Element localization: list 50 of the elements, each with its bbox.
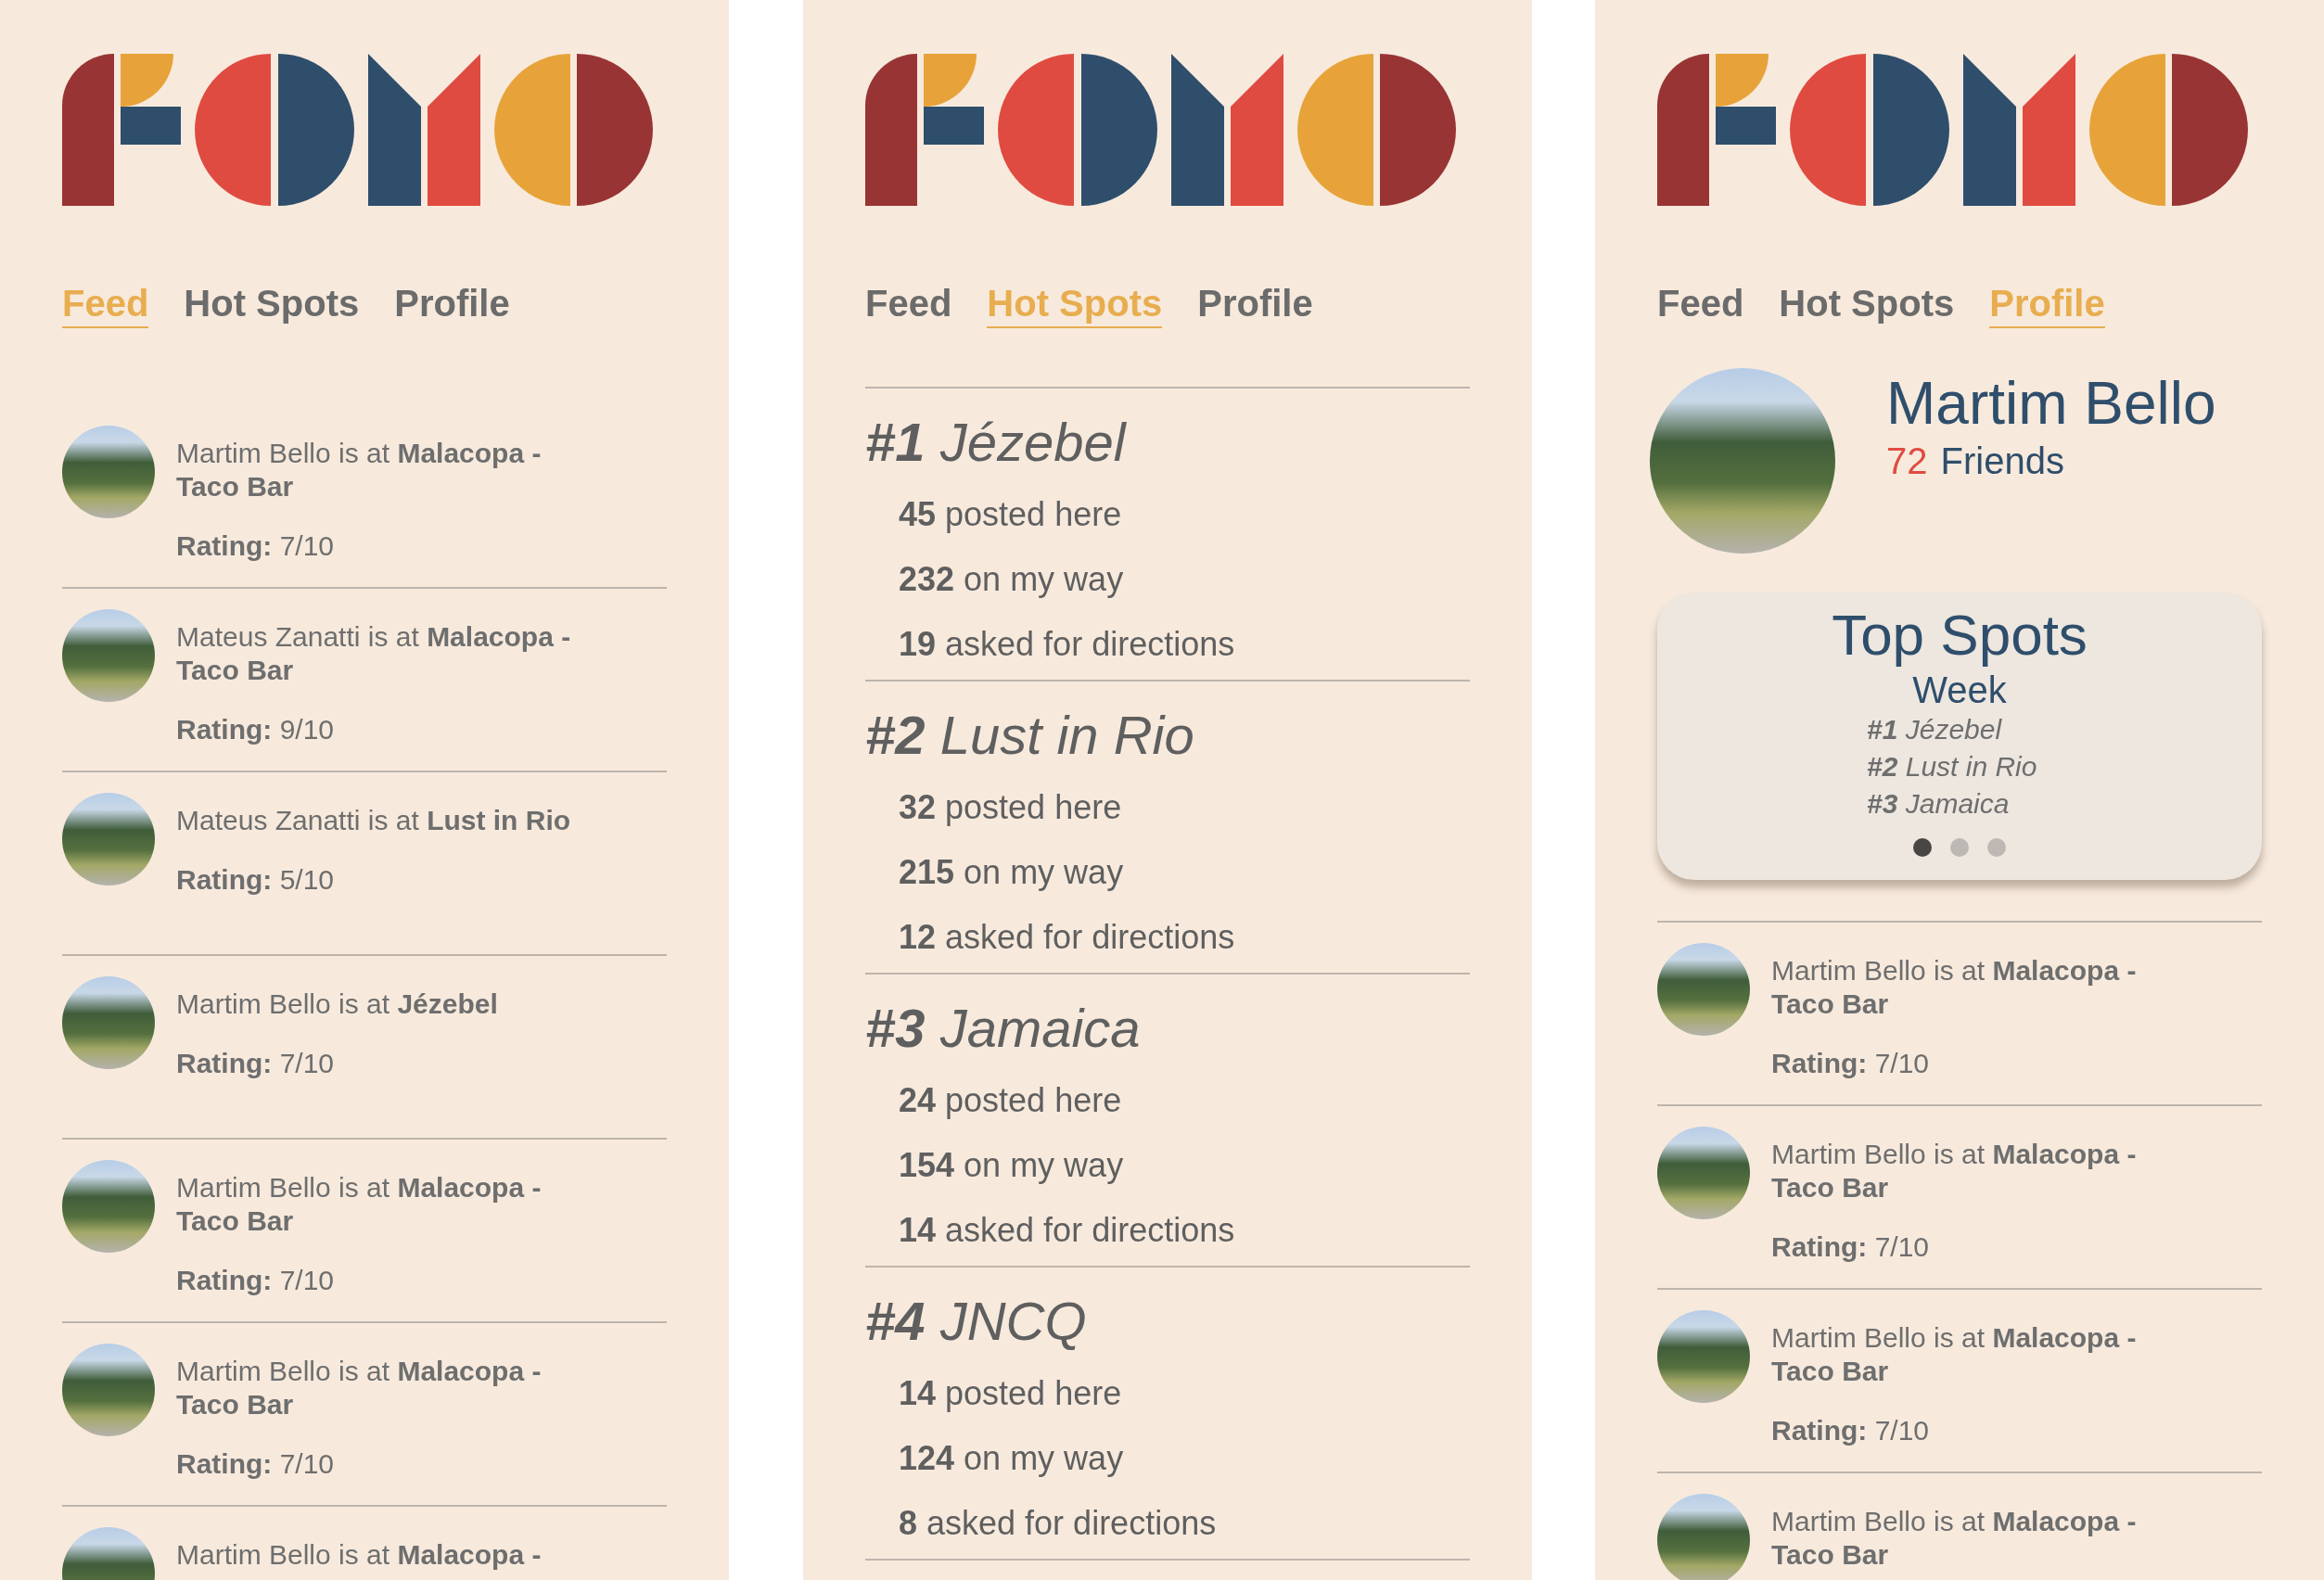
rating-text: Rating: 7/10 bbox=[1771, 1230, 1931, 1264]
checkin-text: Martim Bello is at Malacopa - Taco Bar bbox=[1771, 954, 2138, 1021]
checkin-text: Martim Bello is at Malacopa - Taco Bar bbox=[1771, 1321, 2138, 1388]
nav-tab[interactable]: Hot Spots bbox=[1779, 282, 1955, 328]
friends-count: 72 bbox=[1886, 440, 1928, 483]
spot-stat: 45 posted here bbox=[899, 494, 1123, 535]
spot-title: #1 Jézebel bbox=[865, 411, 1128, 474]
nav-tab[interactable]: Feed bbox=[1657, 282, 1744, 328]
card-period: Week bbox=[1911, 669, 2008, 711]
spot-stat: 14 asked for directions bbox=[899, 1210, 1236, 1251]
top-spot-entry: #3 Jamaica bbox=[1867, 787, 2011, 821]
profile-name: Martim Bello bbox=[1886, 371, 2216, 436]
spot-stat: 19 asked for directions bbox=[899, 624, 1236, 665]
top-spot-entry: #1 Jézebel bbox=[1867, 713, 2003, 746]
rating-text: Rating: 7/10 bbox=[1771, 1047, 1931, 1080]
checkin-text: Mateus Zanatti is at Malacopa - Taco Bar bbox=[176, 620, 572, 687]
checkin-text: Martim Bello is at Malacopa - bbox=[176, 1538, 543, 1572]
nav-tab[interactable]: Feed bbox=[865, 282, 952, 328]
spot-title: #3 Jamaica bbox=[865, 997, 1142, 1060]
rating-text: Rating: 9/10 bbox=[176, 713, 336, 746]
spot-stat: 32 posted here bbox=[899, 787, 1123, 828]
friends-label: Friends bbox=[1940, 440, 2064, 483]
checkin-text: Martim Bello is at Malacopa - Taco Bar bbox=[176, 1355, 543, 1421]
checkin-text: Martim Bello is at Malacopa - Taco Bar bbox=[176, 1171, 543, 1238]
top-spot-entry: #2 Lust in Rio bbox=[1867, 750, 2038, 784]
checkin-text: Martim Bello is at Malacopa - Taco Bar bbox=[1771, 1505, 2138, 1572]
spot-stat: 124 on my way bbox=[899, 1438, 1125, 1479]
rating-text: Rating: 7/10 bbox=[176, 1047, 336, 1080]
spot-title: #4 JNCQ bbox=[865, 1290, 1088, 1353]
spot-stat: 14 posted here bbox=[899, 1373, 1123, 1414]
rating-text: Rating: 7/10 bbox=[176, 1447, 336, 1481]
nav-tab[interactable]: Profile bbox=[1197, 282, 1313, 328]
rating-text: Rating: 7/10 bbox=[176, 529, 336, 563]
checkin-text: Mateus Zanatti is at Lust in Rio bbox=[176, 804, 572, 837]
nav-tab[interactable]: Hot Spots bbox=[184, 282, 360, 328]
spot-stat: 24 posted here bbox=[899, 1080, 1123, 1121]
spot-stat: 8 asked for directions bbox=[899, 1503, 1218, 1544]
spot-title: #2 Lust in Rio bbox=[865, 704, 1195, 767]
checkin-text: Martim Bello is at Malacopa - Taco Bar bbox=[1771, 1138, 2138, 1204]
spot-stat: 232 on my way bbox=[899, 559, 1125, 600]
spot-stat: 215 on my way bbox=[899, 852, 1125, 893]
rating-text: Rating: 5/10 bbox=[176, 863, 336, 897]
rating-text: Rating: 7/10 bbox=[176, 1264, 336, 1297]
spot-stat: 12 asked for directions bbox=[899, 917, 1236, 958]
spot-stat: 154 on my way bbox=[899, 1145, 1125, 1186]
checkin-text: Martim Bello is at Jézebel bbox=[176, 988, 499, 1021]
rating-text: Rating: 7/10 bbox=[1771, 1414, 1931, 1447]
checkin-text: Martim Bello is at Malacopa - Taco Bar bbox=[176, 437, 543, 503]
nav-tab[interactable]: Profile bbox=[394, 282, 510, 328]
card-title: Top Spots bbox=[1831, 602, 2088, 669]
